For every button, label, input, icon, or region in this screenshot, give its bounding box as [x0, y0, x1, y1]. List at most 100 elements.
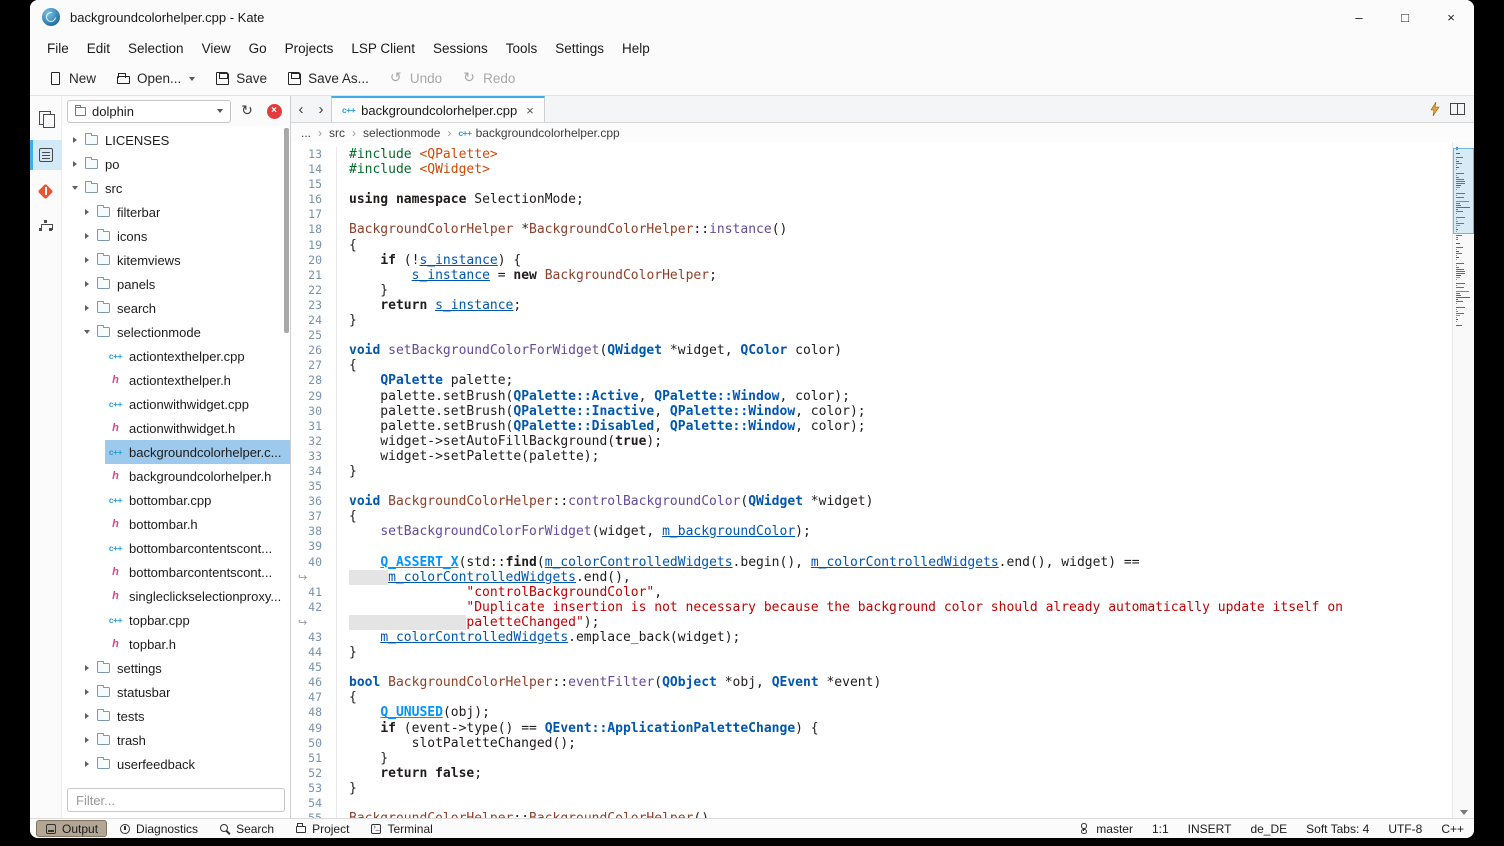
chevron-right-icon[interactable] — [80, 728, 93, 752]
save-button[interactable]: Save — [205, 66, 277, 91]
code-row[interactable]: 40 Q_ASSERT_X(std::find(m_colorControlle… — [291, 555, 1452, 570]
code-row[interactable]: 44} — [291, 645, 1452, 660]
code-row[interactable]: 31 palette.setBrush(QPalette::Disabled, … — [291, 419, 1452, 434]
status-utf-8[interactable]: UTF-8 — [1388, 822, 1422, 836]
menu-sessions[interactable]: Sessions — [424, 38, 497, 59]
code-row[interactable]: 32 widget->setAutoFillBackground(true); — [291, 434, 1452, 449]
save-as-button[interactable]: Save As... — [277, 66, 379, 91]
project-selector[interactable]: dolphin — [67, 100, 231, 123]
tree-item-src[interactable]: src — [62, 176, 290, 200]
code-row[interactable]: 51 } — [291, 751, 1452, 766]
chevron-right-icon[interactable] — [80, 704, 93, 728]
status-insert[interactable]: INSERT — [1188, 822, 1232, 836]
code-row[interactable]: ↪paletteChanged"); — [291, 615, 1452, 630]
tab-close-icon[interactable] — [526, 103, 534, 118]
chevron-right-icon[interactable] — [68, 128, 81, 152]
minimize-button[interactable]: – — [1336, 0, 1382, 34]
chevron-right-icon[interactable] — [80, 200, 93, 224]
code-row[interactable]: 33 widget->setPalette(palette); — [291, 449, 1452, 464]
code-row[interactable]: 34} — [291, 464, 1452, 479]
maximize-button[interactable]: □ — [1382, 0, 1428, 34]
code-row[interactable]: 24} — [291, 313, 1452, 328]
tab-backgroundcolorhelper[interactable]: c++ backgroundcolorhelper.cpp — [331, 96, 545, 122]
menu-lsp-client[interactable]: LSP Client — [342, 38, 424, 59]
status-1-1[interactable]: 1:1 — [1152, 822, 1169, 836]
tree-item-bottombar-cpp[interactable]: c++bottombar.cpp — [62, 488, 290, 512]
menu-settings[interactable]: Settings — [546, 38, 613, 59]
sidebar-tool-projects[interactable] — [30, 140, 62, 170]
code-row[interactable]: 50 slotPaletteChanged(); — [291, 736, 1452, 751]
title-bar[interactable]: backgroundcolorhelper.cpp - Kate – □ × — [30, 0, 1474, 34]
code-row[interactable]: 22 } — [291, 283, 1452, 298]
toolview-terminal[interactable]: Terminal — [361, 820, 441, 837]
close-button[interactable]: × — [1428, 0, 1474, 34]
code-row[interactable]: 47{ — [291, 690, 1452, 705]
tree-item-kitemviews[interactable]: kitemviews — [62, 248, 290, 272]
sidebar-tool-git[interactable] — [30, 176, 62, 206]
filter-input[interactable] — [67, 788, 285, 812]
redo-button[interactable]: Redo — [452, 66, 525, 91]
code-row[interactable]: 39 — [291, 539, 1452, 554]
tree-item-settings[interactable]: settings — [62, 656, 290, 680]
code-row[interactable]: 13#include <QPalette> — [291, 147, 1452, 162]
split-view-icon[interactable] — [1450, 103, 1465, 115]
menu-projects[interactable]: Projects — [276, 38, 343, 59]
code-row[interactable]: 49 if (event->type() == QEvent::Applicat… — [291, 721, 1452, 736]
sidebar-tool-documents[interactable] — [30, 104, 62, 134]
code-row[interactable]: 41 "controlBackgroundColor", — [291, 585, 1452, 600]
breadcrumb-segment-selectionmode[interactable]: selectionmode — [363, 126, 440, 140]
chevron-down-icon[interactable] — [80, 320, 93, 344]
panel-scrollbar[interactable] — [284, 128, 289, 333]
tree-item-singleclickselectionproxy[interactable]: hsingleclickselectionproxy... — [62, 584, 290, 608]
chevron-right-icon[interactable] — [80, 680, 93, 704]
chevron-right-icon[interactable] — [80, 248, 93, 272]
sidebar-tool-symbols[interactable] — [30, 212, 62, 242]
tree-item-tests[interactable]: tests — [62, 704, 290, 728]
menu-go[interactable]: Go — [240, 38, 276, 59]
status-soft-tabs-4[interactable]: Soft Tabs: 4 — [1306, 822, 1369, 836]
code-row[interactable]: 29 palette.setBrush(QPalette::Active, QP… — [291, 389, 1452, 404]
breadcrumb-segment-src[interactable]: src — [329, 126, 345, 140]
menu-help[interactable]: Help — [613, 38, 659, 59]
menu-edit[interactable]: Edit — [78, 38, 119, 59]
tree-item-actiontexthelper-cpp[interactable]: c++actiontexthelper.cpp — [62, 344, 290, 368]
toolview-search[interactable]: Search — [210, 820, 283, 837]
code-row[interactable]: 48 Q_UNUSED(obj); — [291, 705, 1452, 720]
tree-item-backgroundcolorhelper-c[interactable]: c++backgroundcolorhelper.c... — [62, 440, 290, 464]
tree-item-selectionmode[interactable]: selectionmode — [62, 320, 290, 344]
tree-item-actionwithwidget-cpp[interactable]: c++actionwithwidget.cpp — [62, 392, 290, 416]
breadcrumb-segment-backgroundcolorhelper-cpp[interactable]: c++backgroundcolorhelper.cpp — [458, 126, 619, 140]
open-button[interactable]: Open... — [106, 66, 205, 91]
chevron-right-icon[interactable] — [80, 656, 93, 680]
code-row[interactable]: 45 — [291, 660, 1452, 675]
scroll-down-icon[interactable] — [1460, 810, 1468, 815]
code-row[interactable]: 19{ — [291, 238, 1452, 253]
code-row[interactable]: 21 s_instance = new BackgroundColorHelpe… — [291, 268, 1452, 283]
code-row[interactable]: 20 if (!s_instance) { — [291, 253, 1452, 268]
minimap-scrollbar[interactable] — [1452, 142, 1474, 818]
code-row[interactable]: 26void setBackgroundColorForWidget(QWidg… — [291, 343, 1452, 358]
tree-item-bottombarcontentscont[interactable]: c++bottombarcontentscont... — [62, 536, 290, 560]
code-row[interactable]: 14#include <QWidget> — [291, 162, 1452, 177]
code-area[interactable]: 13#include <QPalette>14#include <QWidget… — [291, 142, 1474, 818]
chevron-right-icon[interactable] — [80, 752, 93, 776]
code-row[interactable]: 37{ — [291, 509, 1452, 524]
toolview-output[interactable]: Output — [36, 820, 107, 837]
tree-item-panels[interactable]: panels — [62, 272, 290, 296]
reload-project-button[interactable] — [236, 100, 258, 122]
tree-item-icons[interactable]: icons — [62, 224, 290, 248]
tree-item-bottombarcontentscont[interactable]: hbottombarcontentscont... — [62, 560, 290, 584]
breadcrumb-segment-[interactable]: ... — [301, 126, 311, 140]
chevron-right-icon[interactable] — [80, 296, 93, 320]
code-row[interactable]: ↪m_colorControlledWidgets.end(), — [291, 570, 1452, 585]
tree-item-bottombar-h[interactable]: hbottombar.h — [62, 512, 290, 536]
close-project-button[interactable] — [263, 100, 285, 122]
menu-view[interactable]: View — [193, 38, 240, 59]
toolview-diagnostics[interactable]: Diagnostics — [110, 820, 207, 837]
tree-item-po[interactable]: po — [62, 152, 290, 176]
code-row[interactable]: 17 — [291, 207, 1452, 222]
chevron-down-icon[interactable] — [68, 176, 81, 200]
code-row[interactable]: 15 — [291, 177, 1452, 192]
undo-button[interactable]: Undo — [379, 66, 452, 91]
tree-item-topbar-cpp[interactable]: c++topbar.cpp — [62, 608, 290, 632]
